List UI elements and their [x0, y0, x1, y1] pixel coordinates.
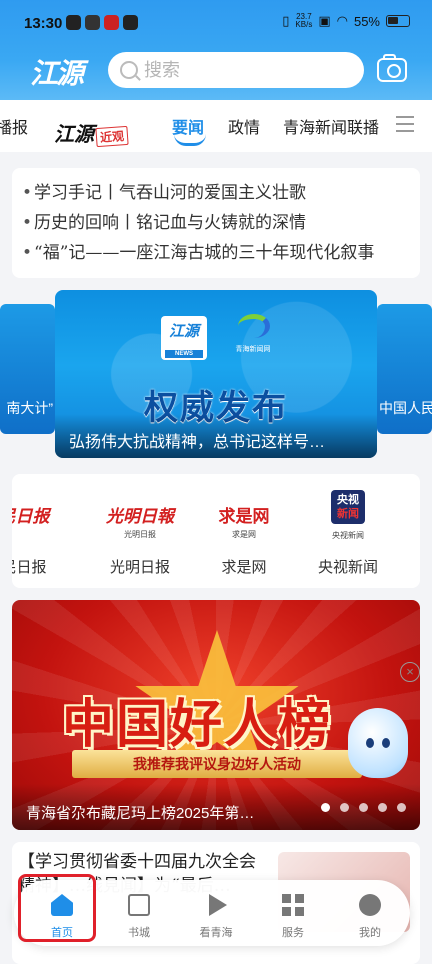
search-bar[interactable] [108, 52, 364, 88]
notification-icons [66, 15, 138, 30]
close-icon[interactable]: × [400, 662, 420, 682]
promo-banner[interactable]: 中国好人榜 我推荐我评议身边好人活动 青海省尕布藏尼玛上榜2025年第… [12, 600, 420, 830]
grid-icon [282, 894, 304, 916]
app-notification-icon [104, 15, 119, 30]
vibrate-icon: ▯ [282, 13, 290, 28]
carousel-dots [321, 803, 406, 812]
brand-badge: 近观 [95, 125, 129, 148]
media-item-cctv[interactable]: 央视 新闻 央视新闻 央视新闻 [300, 474, 396, 588]
media-strip: 民日报 民日报 光明日報光明日报 光明日报 求是网求是网 求是网 央视新闻 央视… [12, 474, 420, 588]
profile-icon [359, 894, 381, 916]
promo-ribbon: 我推荐我评议身边好人活动 [72, 750, 362, 778]
status-bar: 13:30 ▯ 23.7 KB/s ▣ ◠ 55% [0, 0, 432, 46]
guangming-logo: 光明日報 光明日报 [106, 507, 174, 539]
cctv-news-logo: 央视 新闻 [331, 490, 365, 524]
carousel-next-card[interactable]: 中国人民 [377, 304, 432, 434]
media-item-guangming[interactable]: 光明日報 光明日报 光明日报 [92, 474, 188, 588]
network-speed: 23.7 KB/s [295, 12, 313, 29]
camera-icon[interactable] [377, 54, 407, 82]
qiushi-logo: 求是网 求是网 [218, 507, 270, 539]
book-icon [128, 894, 150, 916]
nav-services[interactable]: 服务 [261, 880, 325, 946]
nav-bookstore[interactable]: 书城 [107, 880, 171, 946]
headline-item[interactable]: “福”记——一座江海古城的三十年现代化叙事 [22, 238, 420, 268]
data-icon: ▣ [318, 13, 331, 28]
search-icon [120, 61, 138, 79]
carousel-dot[interactable] [378, 803, 387, 812]
tab-brand[interactable]: 江源 近观 [54, 118, 129, 148]
carousel-main-card[interactable]: 江源 NEWS 青海新闻网 权威发布 弘扬伟大抗战精神，总书记这样号… [55, 290, 377, 458]
qinghai-news-logo: 青海新闻网 [230, 314, 276, 358]
jiangyuan-news-logo: 江源 NEWS [161, 316, 207, 360]
tab-zhengqing[interactable]: 政情 [228, 114, 260, 138]
renmin-logo: 民日报 [12, 507, 50, 527]
search-input[interactable] [144, 59, 344, 81]
headline-item[interactable]: 历史的回响丨铭记血与火铸就的深情 [22, 208, 420, 238]
media-item-renmin[interactable]: 民日报 民日报 [12, 474, 72, 588]
status-time: 13:30 [24, 15, 63, 32]
play-icon [209, 894, 227, 916]
nav-profile[interactable]: 我的 [338, 880, 402, 946]
app-notification-icon [123, 15, 138, 30]
headline-item[interactable]: 学习手记丨气吞山河的爱国主义壮歌 [22, 178, 420, 208]
highlight-annotation [18, 874, 96, 942]
promo-title: 中国好人榜 [62, 696, 333, 754]
tab-partial[interactable]: 播报 [0, 114, 28, 138]
carousel-dot[interactable] [340, 803, 349, 812]
carousel-prev-card[interactable]: 南大计” [0, 304, 55, 434]
carousel-dot[interactable] [321, 803, 330, 812]
app-logo[interactable]: 江源 [30, 52, 84, 92]
tab-qinghai-news[interactable]: 青海新闻联播 [283, 114, 379, 138]
mascot-image [348, 708, 408, 778]
headline-list: 学习手记丨气吞山河的爱国主义壮歌 历史的回响丨铭记血与火铸就的深情 “福”记——… [12, 168, 420, 278]
menu-icon[interactable] [396, 116, 414, 132]
carousel-dot[interactable] [397, 803, 406, 812]
app-notification-icon [85, 15, 100, 30]
carousel-dot[interactable] [359, 803, 368, 812]
banner-carousel[interactable]: 南大计” 中国人民 江源 NEWS 青海新闻网 权威发布 弘扬伟大抗战精神，总书… [0, 290, 432, 462]
battery-icon [386, 15, 410, 27]
wifi-icon: ◠ [336, 13, 348, 28]
banner-caption: 弘扬伟大抗战精神，总书记这样号… [55, 414, 377, 458]
system-icons: ▯ 23.7 KB/s ▣ ◠ 55% [282, 13, 410, 29]
battery-percent: 55% [353, 13, 380, 29]
nav-watch-qinghai[interactable]: 看青海 [184, 880, 248, 946]
app-notification-icon [66, 15, 81, 30]
media-item-qiushi[interactable]: 求是网 求是网 求是网 [196, 474, 292, 588]
